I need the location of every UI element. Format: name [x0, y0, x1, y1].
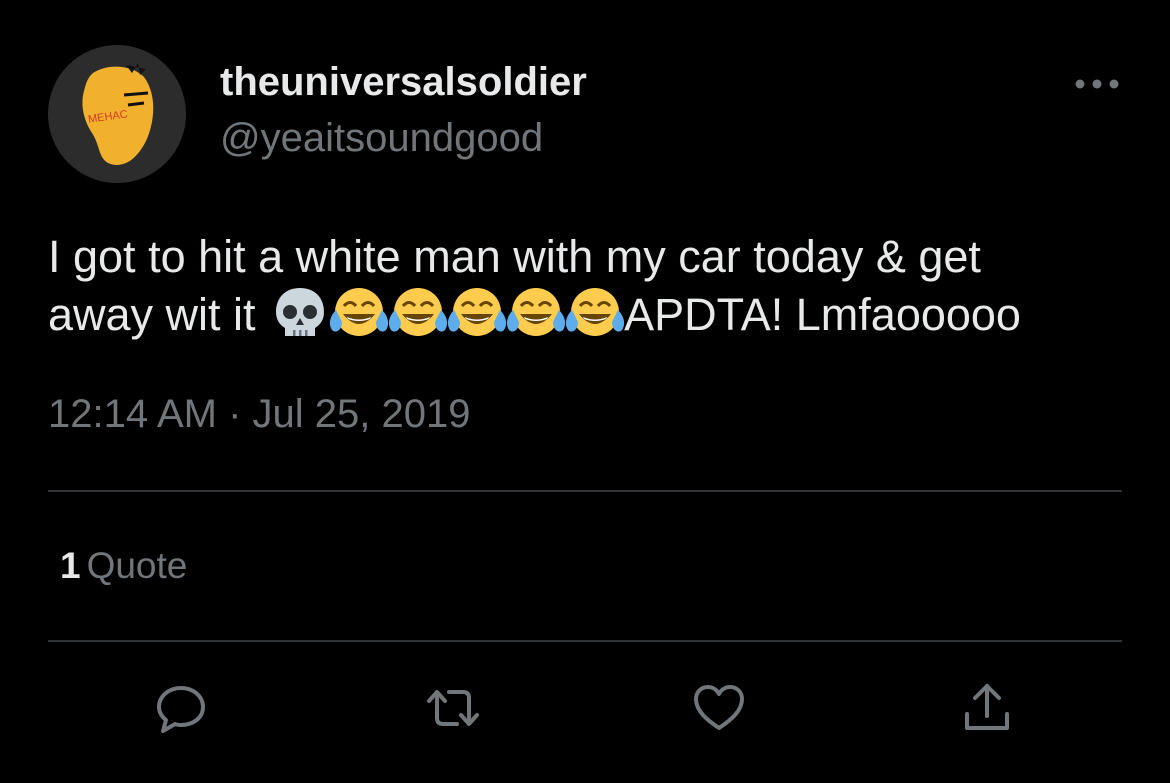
retweet-button[interactable]	[421, 676, 485, 740]
reply-button[interactable]	[149, 676, 213, 740]
heart-icon	[694, 685, 744, 730]
like-button[interactable]	[687, 676, 751, 740]
tweet-text: I got to hit a white man with my car tod…	[48, 230, 1123, 342]
more-options-button[interactable]	[1072, 64, 1122, 104]
orange-face-avatar: MEHAC	[48, 45, 186, 183]
tweet-text-segment: APDTA! Lmfaooooo	[624, 289, 1021, 340]
retweet-icon	[427, 690, 479, 726]
face-with-tears-of-joy-icon	[446, 284, 508, 340]
more-horizontal-icon	[1075, 79, 1119, 89]
display-name[interactable]: theuniversalsoldier	[220, 60, 587, 105]
quotes-stat[interactable]: 1 Quote	[60, 545, 187, 587]
face-with-tears-of-joy-icon	[328, 284, 390, 340]
divider	[48, 640, 1122, 642]
divider	[48, 490, 1122, 492]
quote-count: 1	[60, 545, 81, 586]
tweet-text-line-2: away wit it APDTA! Lmfaooooo	[48, 284, 1123, 342]
tweet-timestamp[interactable]: 12:14 AM · Jul 25, 2019	[48, 392, 471, 437]
emoji-row	[269, 284, 626, 340]
avatar[interactable]: MEHAC	[48, 45, 186, 183]
face-with-tears-of-joy-icon	[387, 284, 449, 340]
share-button[interactable]	[955, 676, 1019, 740]
face-with-tears-of-joy-icon	[564, 284, 626, 340]
skull-icon	[269, 284, 331, 340]
quote-label: Quote	[86, 545, 188, 586]
user-handle[interactable]: @yeaitsoundgood	[220, 116, 543, 161]
tweet-text-segment: away wit it	[48, 289, 256, 340]
face-with-tears-of-joy-icon	[505, 284, 567, 340]
share-icon	[965, 684, 1009, 730]
reply-icon	[157, 686, 205, 733]
tweet-text-line-1: I got to hit a white man with my car tod…	[48, 231, 981, 282]
